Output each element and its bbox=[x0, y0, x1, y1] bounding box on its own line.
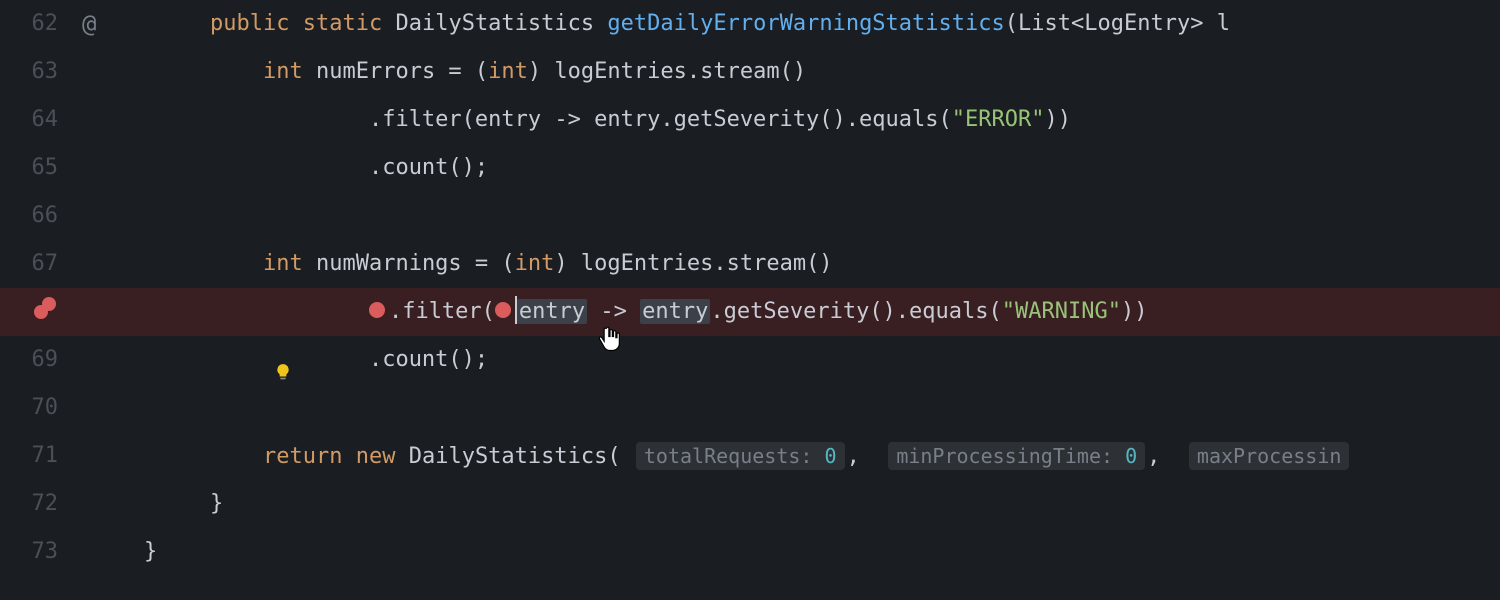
code-text: ) logEntries.stream() bbox=[554, 251, 832, 276]
code-line[interactable]: 69 .count(); bbox=[0, 336, 1500, 384]
code-text: , bbox=[1147, 444, 1160, 469]
method-declaration: getDailyErrorWarningStatistics bbox=[607, 11, 1004, 36]
code-line[interactable]: 71 return new DailyStatistics( totalRequ… bbox=[0, 432, 1500, 480]
code-line[interactable]: 72 } bbox=[0, 480, 1500, 528]
code-text: } bbox=[144, 539, 157, 564]
code-text: , bbox=[847, 444, 860, 469]
keyword-int: int bbox=[263, 251, 303, 276]
code-editor[interactable]: 61 62 @ public static DailyStatistics ge… bbox=[0, 0, 1500, 576]
code-text: .count(); bbox=[369, 155, 488, 180]
keyword-int: int bbox=[515, 251, 555, 276]
code-line[interactable]: 65 .count(); bbox=[0, 144, 1500, 192]
line-number: 66 bbox=[0, 192, 70, 240]
keyword-int: int bbox=[263, 59, 303, 84]
line-number: 63 bbox=[0, 48, 70, 96]
parameter-hint: totalRequests: 0 bbox=[636, 442, 845, 470]
keyword-return: return bbox=[263, 444, 342, 469]
code-text: )) bbox=[1044, 107, 1071, 132]
code-text: ) logEntries.stream() bbox=[528, 59, 806, 84]
code-line[interactable]: 64 .filter(entry -> entry.getSeverity().… bbox=[0, 96, 1500, 144]
string-literal: "ERROR" bbox=[952, 107, 1045, 132]
line-number: 65 bbox=[0, 144, 70, 192]
code-text: .count(); bbox=[369, 347, 488, 372]
string-literal: "WARNING" bbox=[1002, 299, 1121, 324]
parameter-hint: minProcessingTime: 0 bbox=[888, 442, 1145, 470]
line-number: 69 bbox=[0, 336, 70, 384]
code-line[interactable]: 67 int numWarnings = (int) logEntries.st… bbox=[0, 240, 1500, 288]
line-number: 67 bbox=[0, 240, 70, 288]
code-line[interactable]: 73 } bbox=[0, 528, 1500, 576]
code-text: -> bbox=[587, 299, 640, 324]
inline-breakpoint-icon[interactable] bbox=[495, 302, 511, 318]
code-text: .filter(entry -> entry.getSeverity().equ… bbox=[369, 107, 952, 132]
code-text: } bbox=[210, 491, 223, 516]
line-number: 62 bbox=[0, 0, 70, 48]
method-params: (List<LogEntry> l bbox=[1005, 11, 1230, 36]
code-text: )) bbox=[1121, 299, 1148, 324]
breakpoint-icon[interactable] bbox=[34, 305, 56, 319]
code-text: .getSeverity().equals( bbox=[710, 299, 1001, 324]
parameter-hint: maxProcessin bbox=[1189, 442, 1350, 470]
keyword-public: public bbox=[210, 11, 289, 36]
identifier-highlight: entry bbox=[640, 299, 710, 324]
override-icon[interactable]: @ bbox=[82, 0, 96, 48]
keyword-new: new bbox=[356, 444, 396, 469]
code-text: .filter( bbox=[389, 299, 495, 324]
line-number: 71 bbox=[0, 432, 70, 480]
keyword-int: int bbox=[488, 59, 528, 84]
code-line[interactable]: 66 bbox=[0, 192, 1500, 240]
line-number: 72 bbox=[0, 480, 70, 528]
code-line[interactable]: 70 bbox=[0, 384, 1500, 432]
code-line-current[interactable]: .filter(entry -> entry.getSeverity().equ… bbox=[0, 288, 1500, 336]
intention-bulb-icon[interactable] bbox=[168, 303, 186, 321]
line-number: 70 bbox=[0, 384, 70, 432]
inline-breakpoint-icon[interactable] bbox=[369, 302, 385, 318]
code-text: numWarnings = ( bbox=[303, 251, 515, 276]
return-type: DailyStatistics bbox=[395, 11, 594, 36]
code-text: numErrors = ( bbox=[303, 59, 488, 84]
code-line[interactable]: 63 int numErrors = (int) logEntries.stre… bbox=[0, 48, 1500, 96]
line-number: 64 bbox=[0, 96, 70, 144]
code-line[interactable]: 62 @ public static DailyStatistics getDa… bbox=[0, 0, 1500, 48]
identifier-highlight: entry bbox=[517, 299, 587, 324]
code-text: DailyStatistics( bbox=[395, 444, 620, 469]
keyword-static: static bbox=[303, 11, 382, 36]
line-number: 73 bbox=[0, 528, 70, 576]
